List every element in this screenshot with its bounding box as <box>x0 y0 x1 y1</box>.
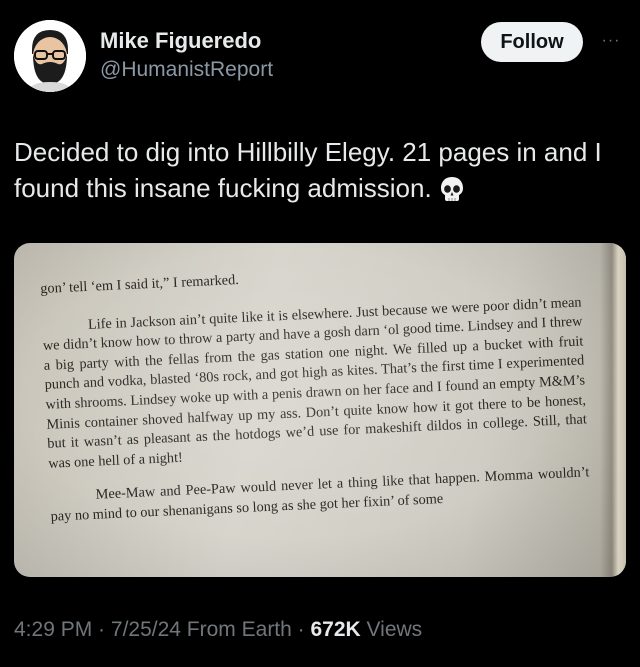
follow-button[interactable]: Follow <box>481 22 583 62</box>
tweet-time[interactable]: 4:29 PM <box>14 618 92 641</box>
book-page: gon’ tell ‘em I said it,” I remarked. Li… <box>14 243 626 577</box>
book-paragraph-1: Life in Jackson ain’t quite like it is e… <box>42 294 588 472</box>
book-paragraph-2: Mee-Maw and Pee-Paw would never let a th… <box>50 464 590 525</box>
meta-separator: · <box>291 618 311 641</box>
tweet-body: Decided to dig into Hillbilly Elegy. 21 … <box>14 137 602 203</box>
tweet-source: From Earth <box>180 618 292 641</box>
book-line-1: gon’ tell ‘em I said it,” I remarked. <box>39 272 240 298</box>
attached-photo[interactable]: gon’ tell ‘em I said it,” I remarked. Li… <box>14 243 626 577</box>
meta-separator: · <box>92 618 111 641</box>
page-fold <box>600 243 626 577</box>
skull-icon <box>438 175 466 203</box>
views-label: Views <box>360 618 423 641</box>
tweet-text: Decided to dig into Hillbilly Elegy. 21 … <box>14 134 630 206</box>
tweet-meta: 4:29 PM · 7/25/24 From Earth · 672K View… <box>14 618 422 642</box>
display-name[interactable]: Mike Figueredo <box>100 28 261 54</box>
bearded-man-glasses-avatar-icon <box>14 20 86 92</box>
tweet-header: Mike Figueredo @HumanistReport Follow ··… <box>0 0 640 110</box>
tweet-date[interactable]: 7/25/24 <box>111 618 181 641</box>
handle[interactable]: @HumanistReport <box>100 58 273 82</box>
views-count[interactable]: 672K <box>311 618 361 641</box>
avatar[interactable] <box>14 20 86 92</box>
more-options-icon[interactable]: ··· <box>596 28 626 54</box>
